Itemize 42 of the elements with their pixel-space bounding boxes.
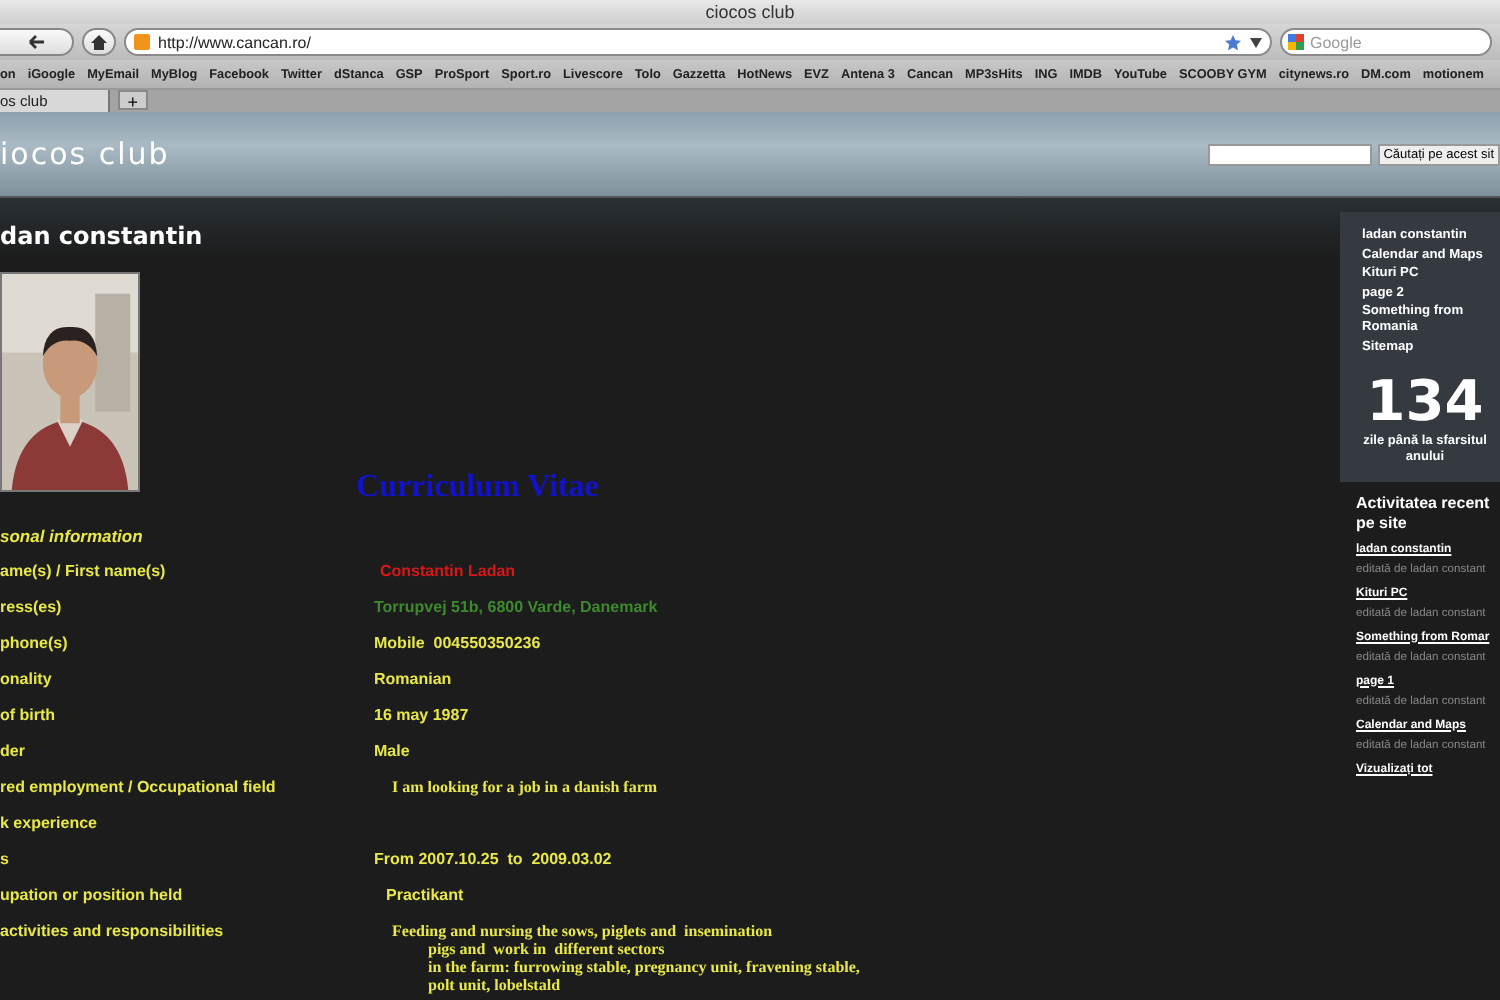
field-label: red employment / Occupational field xyxy=(0,778,278,796)
countdown-number: 134 xyxy=(1364,374,1486,430)
site-title: iocos club xyxy=(0,136,170,172)
field-label: onality xyxy=(0,670,54,688)
field-value: Male xyxy=(372,742,412,762)
bookmark-star-icon[interactable] xyxy=(1224,33,1242,51)
field-value: pigs and work in different sectors xyxy=(426,940,667,958)
dropdown-icon[interactable] xyxy=(1250,37,1262,47)
field-value: in the farm: furrowing stable, pregnancy unit, fravening stable, xyxy=(426,958,862,976)
new-tab-button[interactable]: + xyxy=(117,90,149,110)
field-label: activities and responsibilities xyxy=(0,922,226,940)
address-field[interactable]: http://www.cancan.ro/ xyxy=(124,28,1272,56)
section-heading: sonal information xyxy=(0,526,145,550)
field-value: Feeding and nursing the sows, piglets and insemination xyxy=(390,922,775,940)
field-value: Practikant xyxy=(384,886,466,906)
field-value: Romanian xyxy=(372,670,454,690)
field-value: 16 may 1987 xyxy=(372,706,471,726)
field-label: upation or position held xyxy=(0,886,185,904)
field-label: ame(s) / First name(s) xyxy=(0,562,168,580)
home-button[interactable] xyxy=(82,28,116,56)
field-label: of birth xyxy=(0,706,58,724)
field-value: Torrupvej 51b, 6800 Varde, Danemark xyxy=(372,598,660,618)
field-value: Mobile 004550350236 xyxy=(372,634,543,654)
back-button[interactable] xyxy=(0,28,74,56)
cv-title: Curriculum Vitae xyxy=(356,470,599,506)
field-value: From 2007.10.25 to 2009.03.02 xyxy=(372,850,614,870)
recent-activity-heading: Activitatea recent pe site xyxy=(1354,491,1492,536)
page-heading: dan constantin xyxy=(0,222,205,250)
home-icon xyxy=(90,34,108,50)
field-value: Constantin Ladan xyxy=(378,562,518,582)
field-value: I am looking for a job in a danish farm xyxy=(390,778,660,796)
window-title: ciocos club xyxy=(705,2,795,22)
field-value: polt unit, lobelstald xyxy=(426,976,563,994)
back-arrow-icon xyxy=(26,34,46,50)
search-engine-icon xyxy=(1288,34,1304,50)
field-label: der xyxy=(0,742,27,760)
field-label: ress(es) xyxy=(0,598,64,616)
site-search-field[interactable] xyxy=(1207,143,1372,165)
site-icon xyxy=(134,34,150,50)
field-label: s xyxy=(0,850,11,868)
field-label: k experience xyxy=(0,814,99,832)
field-label: phone(s) xyxy=(0,634,70,652)
